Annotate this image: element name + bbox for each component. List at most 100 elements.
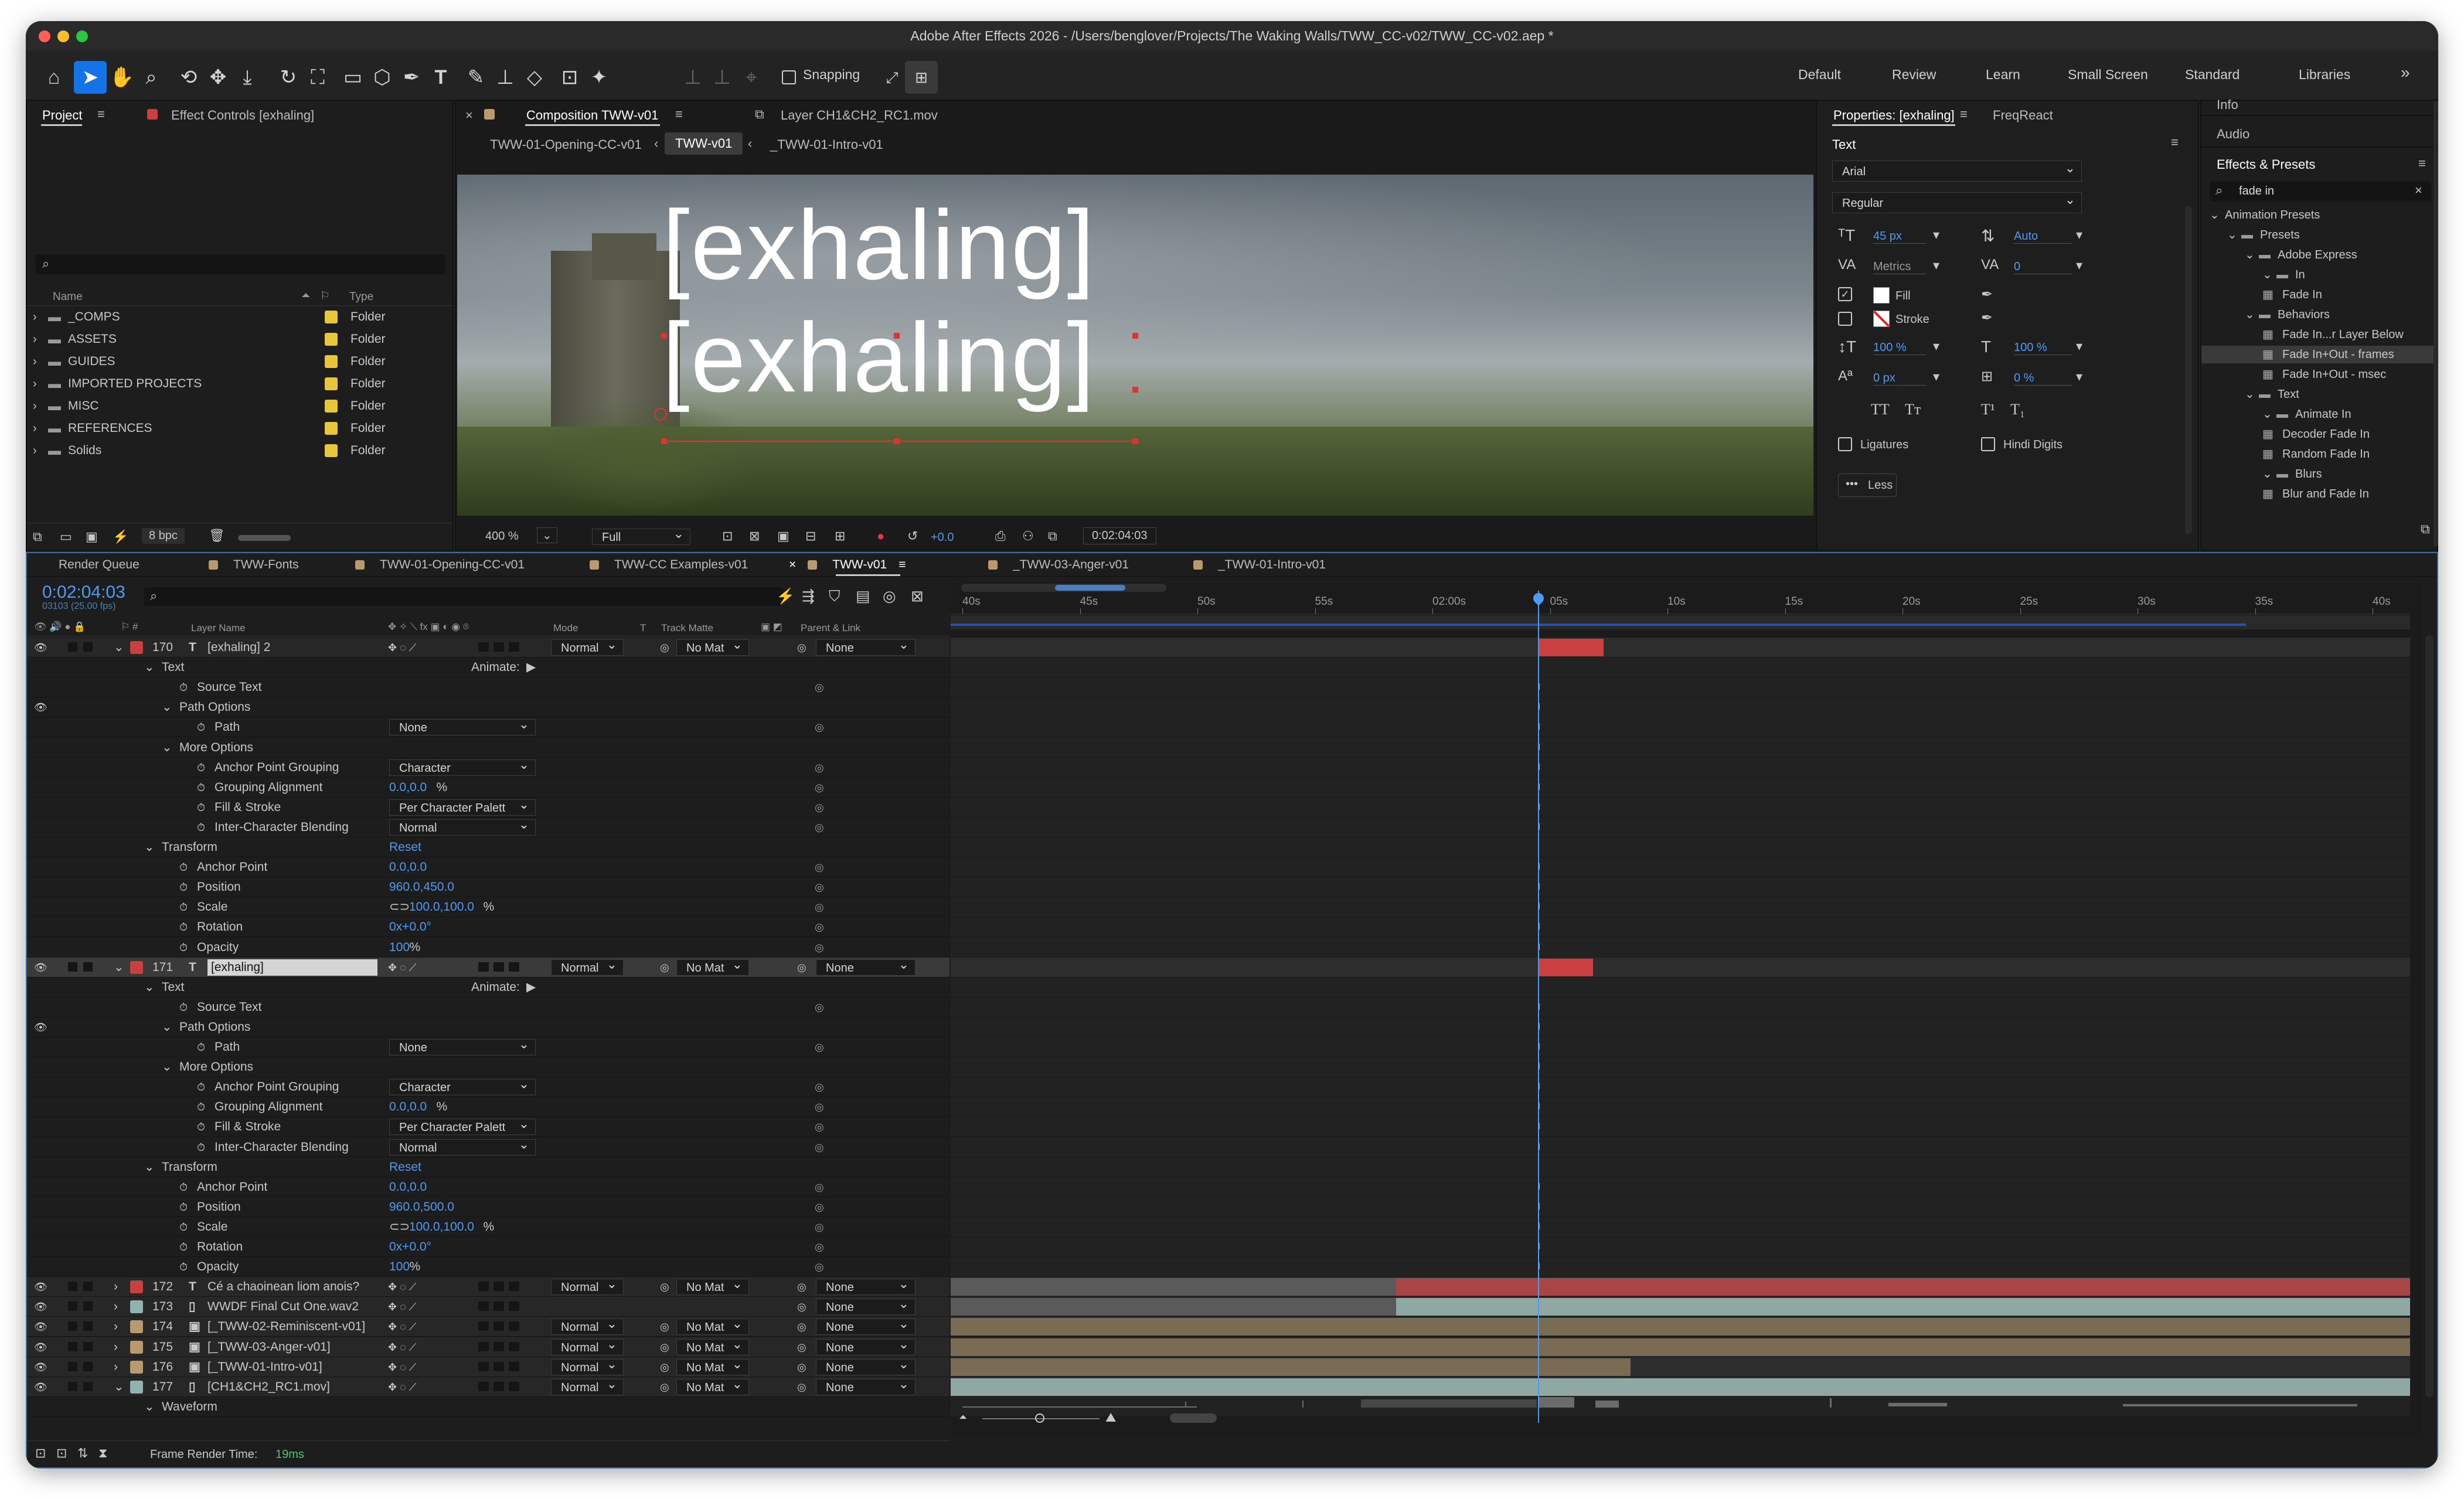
twirl-arrow-icon[interactable]: ⌄ [144, 1397, 155, 1417]
nav-prev-icon[interactable]: ‹ [654, 136, 658, 151]
switch-icons[interactable]: ✥ ◌ ⟋ [388, 1317, 416, 1337]
chevron-down-icon[interactable]: ⌄ [2210, 206, 2220, 224]
property-dropdown[interactable]: None [389, 716, 536, 736]
matte-pickwhip-icon[interactable]: ◎ [660, 1357, 669, 1377]
col-name[interactable]: Name [53, 291, 83, 304]
stopwatch-icon[interactable]: ⏱ [179, 677, 188, 697]
timeline-row[interactable]: 👁 ⌄ 177 ▯ [CH1&CH2_RC1.mov] ✥ ◌ ⟋ Normal ◎ No Ma… [27, 1376, 949, 1397]
baseline-dropdown-icon[interactable]: ▾ [1933, 369, 1939, 384]
extrude-tool-icon[interactable]: ⬡ [366, 61, 399, 94]
switch-icons[interactable]: ✥ ◌ ⟋ [388, 1377, 416, 1397]
hscale-dropdown-icon[interactable]: ▾ [2076, 339, 2082, 354]
twirl-arrow-icon[interactable]: ⌄ [162, 1017, 172, 1037]
property-dropdown[interactable]: Character [389, 1076, 536, 1096]
effects-presets-title[interactable]: Effects & Presets [2217, 157, 2315, 172]
properties-scrollbar[interactable] [2185, 206, 2192, 534]
stopwatch-icon[interactable]: ⏱ [179, 897, 188, 917]
axis-local-icon[interactable]: ⊥ [676, 61, 709, 94]
work-area-bar[interactable] [951, 615, 2410, 629]
visibility-eye-icon[interactable]: 👁 [34, 1317, 47, 1337]
trash-icon[interactable]: 🗑 [209, 528, 225, 543]
puppet-pin-icon[interactable]: ✦ [583, 61, 615, 94]
layer-name[interactable]: [exhaling] [207, 959, 377, 976]
superscript-button[interactable]: T¹ [1981, 401, 1995, 418]
expression-pickwhip-icon[interactable]: ◎ [815, 1077, 824, 1097]
fill-checkbox[interactable]: ✓ [1838, 287, 1852, 301]
expression-pickwhip-icon[interactable]: ◎ [815, 778, 824, 798]
visibility-eye-icon[interactable]: 👁 [34, 1337, 47, 1357]
mode-dropdown[interactable]: Normal [551, 1316, 624, 1336]
project-item[interactable]: › ▬ _COMPS Folder [27, 307, 452, 327]
expand-arrow-icon[interactable]: › [33, 418, 37, 438]
pan-camera-icon[interactable]: ✥ [202, 61, 234, 94]
switch-icons[interactable]: ✥ ◌ ⟋ [388, 1357, 416, 1377]
timeline-tab-1[interactable]: TWW-Fonts [209, 558, 299, 572]
motion-blur-icon[interactable]: ◎ [883, 587, 896, 605]
parent-dropdown[interactable]: None [816, 1336, 916, 1355]
audio-panel-tab[interactable]: Audio [2217, 127, 2249, 142]
type-tool-icon[interactable]: T [424, 61, 457, 94]
expand-arrow-icon[interactable]: › [33, 374, 37, 394]
expression-pickwhip-icon[interactable]: ◎ [815, 877, 824, 897]
parent-pickwhip-icon[interactable]: ◎ [797, 1337, 806, 1357]
layer-label-color[interactable] [130, 1280, 143, 1294]
layer-name[interactable]: [_TWW-03-Anger-v01] [207, 1337, 331, 1357]
col-layer-name[interactable]: Layer Name [191, 622, 246, 634]
expression-pickwhip-icon[interactable]: ◎ [815, 758, 824, 778]
grid-snap-icon[interactable]: ⊞ [905, 61, 938, 94]
property-dropdown[interactable]: Per Character Palett [389, 1116, 536, 1136]
close-window-button[interactable] [39, 30, 50, 42]
stroke-color-swatch[interactable] [1873, 311, 1890, 327]
toggle-switches-icon[interactable]: ⊡ [35, 1446, 46, 1461]
anchor-point-icon[interactable] [654, 408, 667, 421]
viewer-text-top[interactable]: [exhaling] [662, 196, 1095, 294]
chevron-down-icon[interactable]: ⌄ [2245, 386, 2255, 403]
expression-pickwhip-icon[interactable]: ◎ [815, 857, 824, 877]
close-tab-icon[interactable]: × [465, 108, 473, 123]
zoom-tool-icon[interactable]: ⌕ [135, 61, 168, 94]
effects-tree-item[interactable]: ⌄ ▬ Blurs [2201, 465, 2434, 483]
expression-pickwhip-icon[interactable]: ◎ [815, 717, 824, 737]
col-t[interactable]: T [640, 622, 646, 634]
brush-tool-icon[interactable]: ✎ [460, 61, 492, 94]
timeline-tab-3[interactable]: TWW-CC Examples-v01 [590, 558, 748, 572]
property-dropdown[interactable]: Character [389, 757, 536, 776]
workspace-libraries[interactable]: Libraries [2299, 67, 2350, 83]
stopwatch-icon[interactable]: ⏱ [179, 917, 188, 937]
animate-menu-icon[interactable]: ▶ [526, 977, 536, 997]
col-mode[interactable]: Mode [553, 622, 578, 634]
stopwatch-icon[interactable]: ⏱ [179, 857, 188, 877]
effects-tree-item[interactable]: ▦ Random Fade In [2201, 445, 2434, 463]
timeline-tab-6[interactable]: _TWW-01-Intro-v01 [1193, 558, 1326, 572]
leading-dropdown-icon[interactable]: ▾ [2076, 227, 2082, 243]
baseline-shift-value[interactable]: 0 px [1873, 372, 1926, 386]
stopwatch-icon[interactable]: ⏱ [197, 1137, 205, 1157]
stopwatch-icon[interactable]: ⏱ [197, 817, 205, 837]
stopwatch-icon[interactable]: ⏱ [179, 1237, 188, 1257]
stopwatch-icon[interactable]: ⏱ [179, 938, 188, 958]
mode-dropdown[interactable]: Normal [551, 1356, 624, 1375]
visibility-eye-icon[interactable]: 👁 [34, 1017, 47, 1037]
small-caps-button[interactable]: Tт [1905, 401, 1921, 418]
expression-pickwhip-icon[interactable]: ◎ [815, 1117, 824, 1137]
solo-box[interactable] [68, 1321, 77, 1331]
track-matte-dropdown[interactable]: No Mat [676, 1356, 749, 1375]
workspace-learn[interactable]: Learn [1986, 67, 2020, 83]
vscale-dropdown-icon[interactable]: ▾ [1933, 339, 1939, 354]
effects-scrollbar[interactable] [2434, 101, 2438, 546]
chevron-down-icon[interactable]: ⌄ [2262, 465, 2272, 483]
chevron-down-icon[interactable]: ⌄ [2227, 226, 2237, 244]
tab-menu-icon[interactable]: ≡ [899, 558, 906, 571]
col-track-matte[interactable]: Track Matte [661, 622, 713, 634]
layer-duration-bar[interactable] [951, 1338, 2410, 1356]
constrain-link-icon[interactable]: ⊂⊃ [389, 897, 410, 917]
property-value[interactable]: 0x+0.0° [389, 917, 431, 937]
timeline-tab-4[interactable]: × TWW-v01 ≡ [789, 558, 906, 572]
property-value[interactable]: 100 [389, 938, 410, 958]
effects-tree-item[interactable]: ⌄ ▬ Text [2201, 386, 2434, 403]
project-item[interactable]: › ▬ Solids Folder [27, 441, 452, 461]
twirl-arrow-icon[interactable]: ⌄ [162, 1057, 172, 1077]
visibility-eye-icon[interactable]: 👁 [34, 1357, 47, 1377]
more-workspaces-icon[interactable]: » [2401, 63, 2410, 82]
property-dropdown[interactable]: Per Character Palett [389, 796, 536, 816]
